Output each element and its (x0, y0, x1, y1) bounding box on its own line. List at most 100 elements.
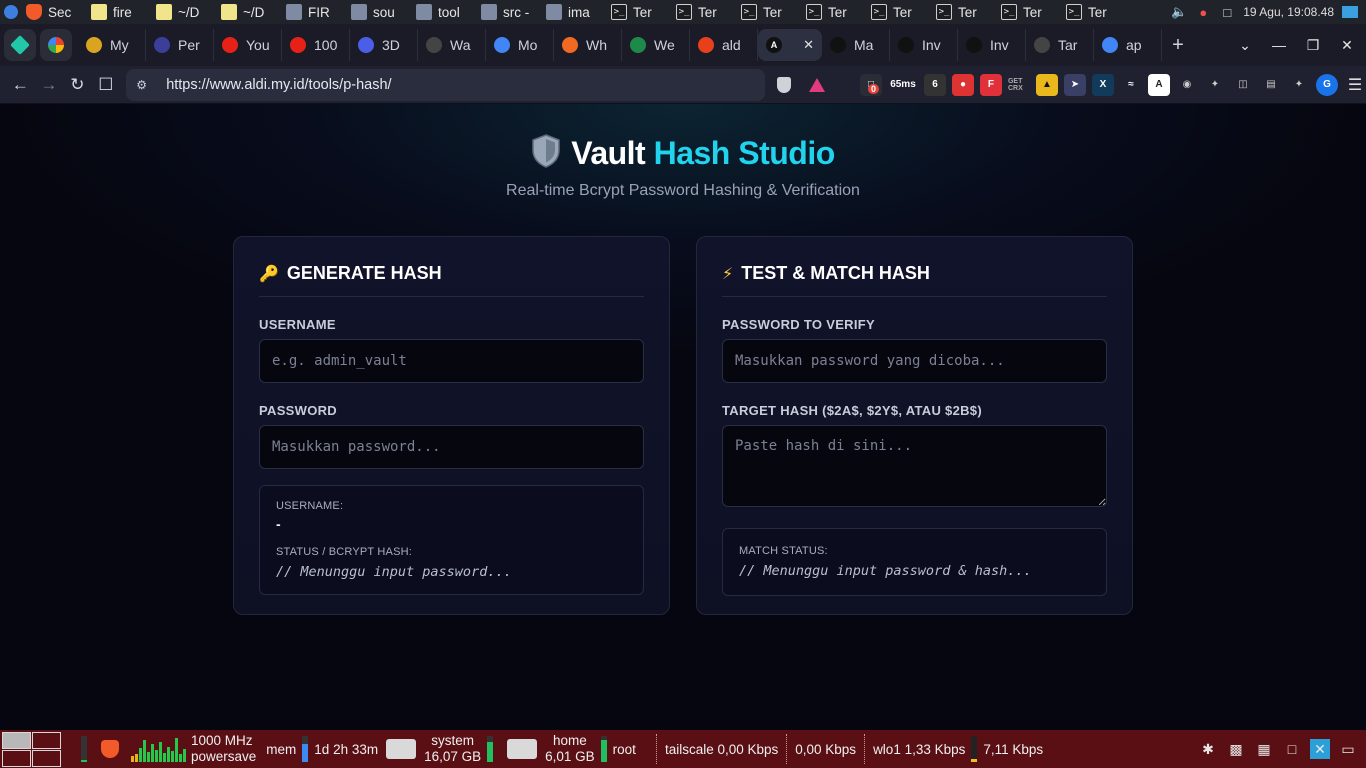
browser-tab[interactable]: ap (1094, 29, 1162, 61)
title-main: Vault (571, 135, 646, 171)
show-desktop-icon[interactable]: ▭ (1338, 739, 1358, 759)
verify-password-input[interactable] (722, 339, 1107, 383)
browser-tab[interactable]: Tar (1026, 29, 1094, 61)
browser-tab[interactable]: Per (146, 29, 214, 61)
desktop-3[interactable] (2, 749, 31, 767)
tab-search-icon[interactable]: ⌄ (1230, 30, 1260, 60)
target-hash-textarea[interactable] (722, 425, 1107, 507)
taskbar-item[interactable]: ~/D (152, 0, 217, 24)
bookmark-icon[interactable]: ☐ (92, 70, 121, 100)
pinned-tab-app[interactable] (4, 29, 36, 61)
sidebar-toggle-icon[interactable]: ◫ (1232, 74, 1254, 96)
taskbar-item[interactable]: >_ Ter (1062, 0, 1127, 24)
taskbar-item[interactable]: tool (412, 0, 477, 24)
extension-circle-icon[interactable]: ◉ (1176, 74, 1198, 96)
wallet-icon[interactable]: ▤ (1260, 74, 1282, 96)
profile-avatar[interactable]: G (1315, 73, 1338, 96)
taskbar-item[interactable]: >_ Ter (997, 0, 1062, 24)
taskbar-item[interactable]: >_ Ter (932, 0, 997, 24)
extension-flag-icon[interactable]: F (979, 73, 1002, 96)
taskbar-item[interactable]: Sec (22, 0, 87, 24)
username-input[interactable] (259, 339, 644, 383)
reload-button[interactable]: ↻ (63, 70, 92, 100)
address-bar[interactable]: ⚙ https://www.aldi.my.id/tools/p-hash/ (126, 68, 765, 101)
desktop-1[interactable] (2, 731, 31, 749)
notification-icon[interactable]: ● (1195, 5, 1211, 20)
browser-tab[interactable]: Wa (418, 29, 486, 61)
cpu-graph (131, 736, 187, 762)
desktop-pager[interactable] (2, 731, 61, 767)
folder-icon (351, 4, 367, 20)
extensions-puzzle-icon[interactable]: ✦ (1204, 74, 1226, 96)
taskbar-item[interactable]: src - (477, 0, 542, 24)
taskbar-item[interactable]: FIR (282, 0, 347, 24)
browser-tab[interactable]: Inv (890, 29, 958, 61)
network-signal-icon[interactable]: ▩ (1226, 739, 1246, 759)
extension-yellow-icon[interactable]: ▲ (1035, 73, 1058, 96)
back-button[interactable]: ← (6, 70, 35, 100)
password-input[interactable] (259, 425, 644, 469)
browser-tab[interactable]: You (214, 29, 282, 61)
maximize-button[interactable]: ❐ (1298, 30, 1328, 60)
minimize-button[interactable]: — (1264, 30, 1294, 60)
desktop-4[interactable] (32, 749, 61, 767)
clipboard-tray-icon[interactable]: □ (1282, 739, 1302, 759)
screenshot-icon[interactable] (1342, 6, 1358, 18)
url-text[interactable]: https://www.aldi.my.id/tools/p-hash/ (166, 77, 391, 93)
term-icon: >_ (741, 4, 757, 20)
browser-tab-active[interactable]: A ✕ (758, 29, 822, 61)
browser-tab[interactable]: ald (690, 29, 758, 61)
verify-password-label: PASSWORD TO VERIFY (722, 317, 875, 332)
extension-red-icon[interactable]: ● (951, 73, 974, 96)
browser-tab[interactable]: 100 (282, 29, 350, 61)
extension-x-icon[interactable]: X (1091, 73, 1114, 96)
brave-launcher-icon[interactable] (101, 740, 119, 758)
taskbar-item-label: tool (438, 4, 460, 20)
clock[interactable]: 19 Agu, 19:08.48 (1243, 5, 1334, 19)
bluetooth-icon[interactable]: ✱ (1198, 739, 1218, 759)
leo-ai-icon[interactable]: ✦ (1288, 74, 1310, 96)
browser-tab[interactable]: 3D (350, 29, 418, 61)
browser-tab[interactable]: We (622, 29, 690, 61)
taskbar-item[interactable]: ~/D (217, 0, 282, 24)
browser-tab[interactable]: Wh (554, 29, 622, 61)
close-tab-icon[interactable]: ✕ (803, 37, 814, 53)
brave-shields-button[interactable] (771, 71, 798, 99)
taskbar-item[interactable]: sou (347, 0, 412, 24)
pinned-tab-photos[interactable] (40, 29, 72, 61)
get-crx-extension[interactable]: GET CRX (1008, 74, 1030, 96)
username-label: USERNAME (259, 317, 336, 332)
taskbar-item[interactable]: >_ Ter (867, 0, 932, 24)
taskbar-item[interactable]: fire (87, 0, 152, 24)
extension-cursor-icon[interactable]: ➤ (1063, 73, 1086, 96)
forward-button[interactable]: → (35, 70, 64, 100)
clipboard-icon[interactable]: □ (1219, 5, 1235, 20)
menu-icon[interactable]: ☰ (1344, 74, 1366, 96)
browser-tab[interactable]: Inv (958, 29, 1026, 61)
wlo1-down: wlo1 1,33 Kbps (873, 741, 966, 757)
app-launcher-icon[interactable] (0, 0, 22, 24)
volume-icon[interactable]: 🔈 (1171, 4, 1187, 19)
taskbar-item[interactable]: >_ Ter (802, 0, 867, 24)
taskbar-item[interactable]: >_ Ter (737, 0, 802, 24)
keyboard-layout-icon[interactable]: ▦ (1254, 739, 1274, 759)
new-tab-button[interactable]: + (1162, 29, 1194, 61)
generate-heading: GENERATE HASH (286, 263, 442, 283)
site-info-icon[interactable]: ⚙ (136, 78, 150, 92)
taskbar-item[interactable]: >_ Ter (607, 0, 672, 24)
extension-6-icon[interactable]: 6 (923, 73, 946, 96)
taskbar-item[interactable]: >_ Ter (672, 0, 737, 24)
brave-rewards-button[interactable] (803, 71, 830, 99)
close-window-button[interactable]: ✕ (1332, 30, 1362, 60)
extension-wave-icon[interactable]: ≈ (1120, 74, 1142, 96)
browser-tab[interactable]: Ma (822, 29, 890, 61)
browser-tab[interactable]: My (78, 29, 146, 61)
trash-extension-icon[interactable]: □0 (859, 73, 882, 96)
browser-tab[interactable]: Mo (486, 29, 554, 61)
extension-a-icon[interactable]: A (1147, 73, 1170, 96)
tab-favicon-icon (1102, 37, 1118, 53)
taskbar-item[interactable]: ima (542, 0, 607, 24)
display-icon[interactable]: ✕ (1310, 739, 1330, 759)
desktop-2[interactable] (32, 731, 61, 749)
ping-extension[interactable]: 65ms (888, 74, 918, 96)
